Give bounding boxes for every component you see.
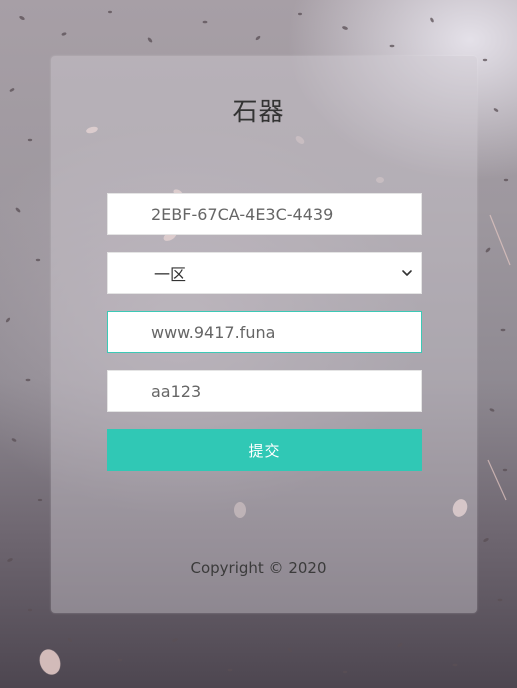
site-input[interactable]: www.9417.funa [107,311,422,353]
account-input-value: 2EBF-67CA-4E3C-4439 [151,204,334,224]
submit-button[interactable]: 提交 [107,429,422,471]
chevron-down-icon [401,264,413,283]
server-select[interactable]: 一区 [107,252,422,294]
page-title: 石器 [232,97,285,126]
server-select-value: 一区 [154,265,187,284]
copyright-text: Copyright © 2020 [190,559,327,577]
account-input[interactable]: 2EBF-67CA-4E3C-4439 [107,193,422,235]
site-input-value: www.9417.funa [151,322,276,342]
password-input-value: aa123 [151,381,202,401]
password-input[interactable]: aa123 [107,370,422,412]
